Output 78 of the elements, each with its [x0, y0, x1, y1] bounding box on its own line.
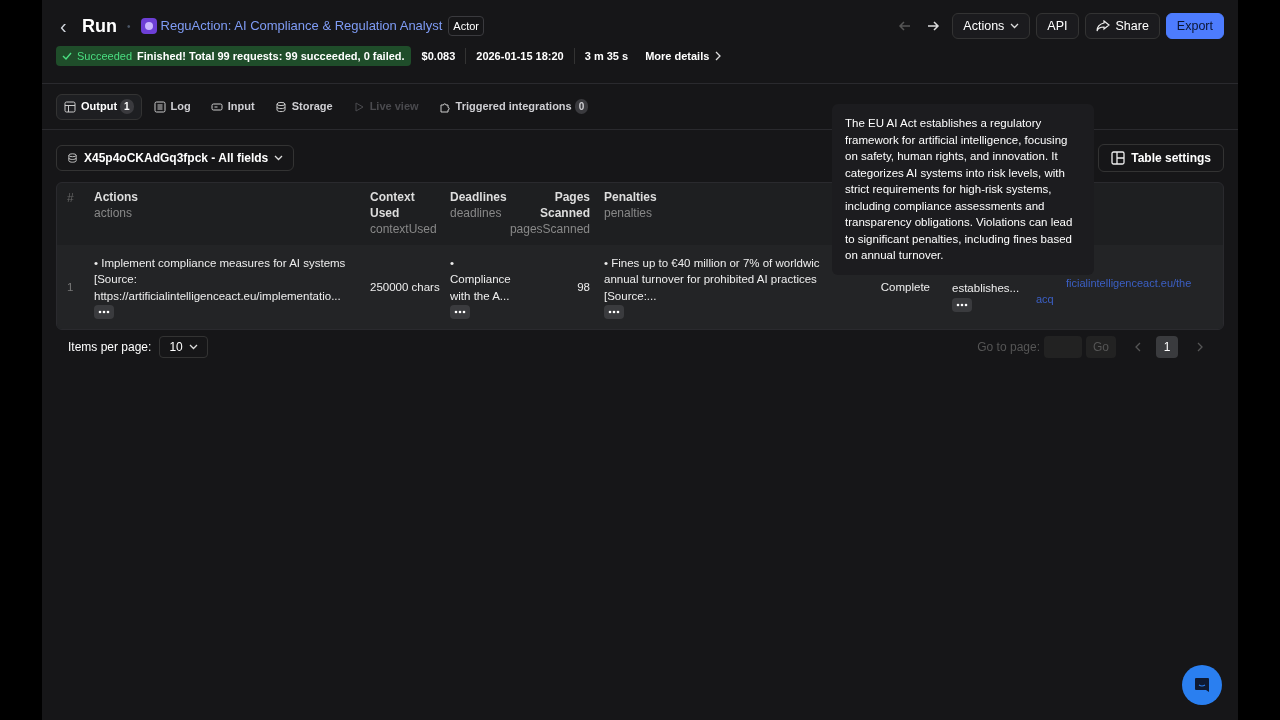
table-icon — [64, 100, 76, 113]
actor-logo-icon — [140, 18, 157, 34]
share-icon — [1095, 20, 1110, 32]
status-label: Succeeded — [77, 48, 133, 64]
column-header: # — [67, 190, 75, 207]
more-button[interactable] — [604, 305, 624, 320]
table-cell-text: • Implement compliance measures for AI systems [Source: https://artificialintelligenceact.eu/implementatio... — [94, 255, 347, 304]
more-details-link[interactable]: More details — [645, 47, 722, 65]
ellipsis-icon — [956, 302, 968, 307]
share-button[interactable]: Share — [1084, 13, 1160, 39]
back-button[interactable]: ‹ — [60, 11, 80, 41]
tab[interactable]: Log — [145, 93, 199, 120]
ellipsis-icon — [454, 310, 466, 315]
row-number: 1 — [67, 279, 74, 295]
table-settings-button[interactable]: Table settings — [1098, 144, 1224, 172]
column-field-name: actions — [94, 205, 134, 221]
run-duration: 3 m 35 s — [584, 48, 629, 64]
actor-link[interactable]: ReguAction: AI Compliance & Regulation Analyst — [160, 16, 443, 36]
separator-dot: • — [127, 19, 131, 34]
list-icon — [153, 100, 166, 113]
previous-page-icon[interactable] — [1134, 342, 1142, 352]
tab[interactable]: Input — [202, 93, 263, 120]
api-button[interactable]: API — [1036, 13, 1079, 39]
column-field-name: penalties — [604, 205, 654, 221]
next-arrow-icon[interactable] — [926, 19, 941, 33]
chat-icon — [1193, 676, 1211, 694]
more-button[interactable] — [94, 305, 114, 320]
database-icon — [274, 100, 287, 113]
caret-icon — [188, 344, 198, 350]
caret-icon — [274, 155, 284, 161]
chat-button[interactable] — [1182, 665, 1222, 705]
column-field-name: contextUsed — [370, 221, 438, 237]
tab[interactable]: Output 1 — [56, 93, 142, 120]
items-per-page-select[interactable]: 10 — [159, 336, 208, 358]
previous-arrow-icon[interactable] — [898, 19, 913, 33]
table-cell-text: • Fines up to €40 million or 7% of worldwic — [604, 255, 820, 271]
column-field-name: pagesScanned — [509, 221, 590, 237]
next-page-icon[interactable] — [1196, 342, 1204, 352]
column-header: Context Used — [370, 189, 416, 221]
database-icon — [67, 152, 78, 164]
table-cell-text: 98 — [577, 279, 590, 295]
tab-count: 0 — [574, 99, 589, 114]
column-header: Penalties — [604, 189, 658, 205]
actor-badge: Actor — [448, 15, 485, 37]
run-cost: $0.083 — [421, 47, 467, 65]
tab[interactable]: Triggered integrations 0 — [430, 93, 597, 120]
more-button[interactable] — [450, 305, 470, 320]
page-title: Run — [82, 14, 117, 38]
page-button[interactable]: 1 — [1156, 336, 1178, 358]
play-icon — [352, 100, 365, 113]
table-cell-text: annual turnover for prohibited AI practices — [604, 272, 817, 288]
ellipsis-icon — [98, 310, 110, 315]
table-cell-text: • Compliance with the A... — [450, 255, 512, 304]
table-cell-text: 250000 chars — [370, 279, 440, 295]
tooltip: The EU AI Act establishes a regulatory framework for artificial intelligence, focusing on safety, human rights, and innovation. It categorizes AI systems into risk levels, with strict requirements for high-risk systems, including compliance assessments and transparency obligations. Violations can lead to significant penalties, including fines based on annual turnover. — [832, 104, 1094, 275]
export-button[interactable]: Export — [1165, 13, 1224, 39]
column-field-name: deadlines — [450, 205, 503, 221]
column-header: Deadlines — [450, 189, 508, 205]
check-icon — [62, 51, 72, 61]
input-icon — [210, 100, 223, 113]
caret-icon — [1010, 23, 1020, 29]
status-message: Finished! Total 99 requests: 99 succeeded, 0 failed. — [137, 48, 405, 64]
column-header: Actions — [94, 189, 139, 205]
chevron-right-icon — [715, 51, 722, 61]
actions-button[interactable]: Actions — [952, 13, 1031, 39]
tab[interactable]: Storage — [266, 93, 341, 120]
run-start-time: 2026-01-15 18:20 — [476, 47, 575, 65]
table-cell-text: [Source:... — [604, 288, 657, 304]
column-header: Pages Scanned — [539, 189, 590, 221]
tab-count: 1 — [120, 99, 134, 114]
layout-icon — [1111, 151, 1126, 165]
table-cell-text: establishes... — [952, 281, 1021, 297]
table-cell-text: Complete — [880, 279, 930, 295]
go-to-page-label: Go to page: — [977, 339, 1040, 356]
ellipsis-icon — [608, 310, 620, 315]
dataset-selector[interactable]: X45p4oCKAdGq3fpck - All fields — [56, 145, 295, 171]
items-per-page-label: Items per page: — [68, 339, 152, 356]
more-button[interactable] — [952, 297, 972, 312]
